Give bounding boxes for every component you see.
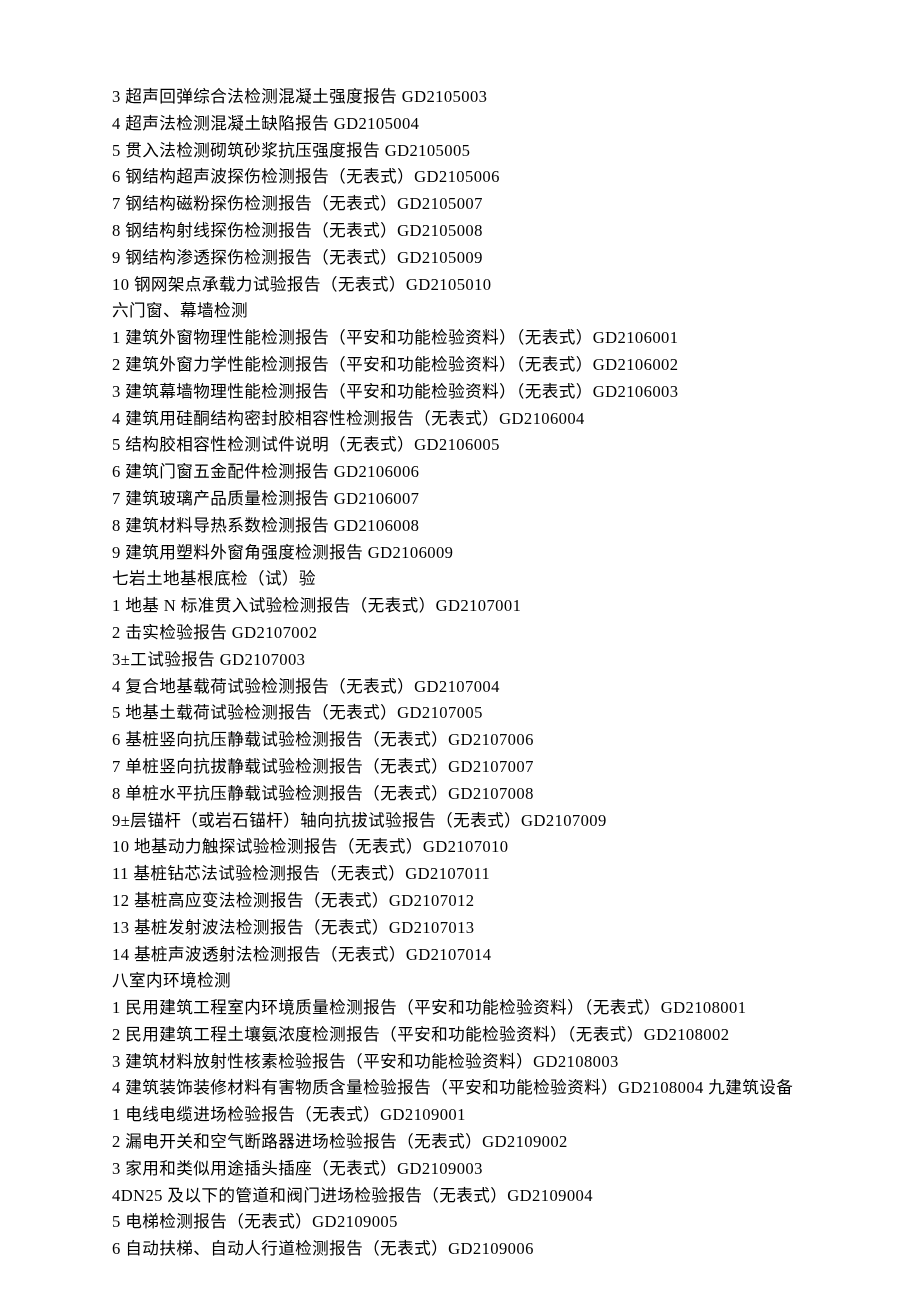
text-line: 12 基桩高应变法检测报告（无表式）GD2107012 [112, 888, 920, 915]
text-line: 10 地基动力触探试验检测报告（无表式）GD2107010 [112, 834, 920, 861]
text-line: 3 建筑材料放射性核素检验报告（平安和功能检验资料）GD2108003 [112, 1049, 920, 1076]
text-line: 7 单桩竖向抗拔静载试验检测报告（无表式）GD2107007 [112, 754, 920, 781]
text-line: 3 超声回弹综合法检测混凝土强度报告 GD2105003 [112, 84, 920, 111]
text-line: 8 建筑材料导热系数检测报告 GD2106008 [112, 513, 920, 540]
text-line: 3 建筑幕墙物理性能检测报告（平安和功能检验资料）（无表式）GD2106003 [112, 379, 920, 406]
text-line: 3 家用和类似用途插头插座（无表式）GD2109003 [112, 1156, 920, 1183]
text-line: 6 钢结构超声波探伤检测报告（无表式）GD2105006 [112, 164, 920, 191]
text-line: 4 复合地基载荷试验检测报告（无表式）GD2107004 [112, 674, 920, 701]
text-line: 七岩土地基根底检（试）验 [112, 566, 920, 593]
text-line: 2 漏电开关和空气断路器进场检验报告（无表式）GD2109002 [112, 1129, 920, 1156]
text-line: 6 建筑门窗五金配件检测报告 GD2106006 [112, 459, 920, 486]
text-line: 八室内环境检测 [112, 968, 920, 995]
text-line: 2 建筑外窗力学性能检测报告（平安和功能检验资料）（无表式）GD2106002 [112, 352, 920, 379]
text-line: 5 电梯检测报告（无表式）GD2109005 [112, 1209, 920, 1236]
text-line: 7 钢结构磁粉探伤检测报告（无表式）GD2105007 [112, 191, 920, 218]
text-line: 2 击实检验报告 GD2107002 [112, 620, 920, 647]
text-line: 5 贯入法检测砌筑砂浆抗压强度报告 GD2105005 [112, 138, 920, 165]
text-line: 1 民用建筑工程室内环境质量检测报告（平安和功能检验资料）（无表式）GD2108… [112, 995, 920, 1022]
text-line: 11 基桩钻芯法试验检测报告（无表式）GD2107011 [112, 861, 920, 888]
text-line: 4 超声法检测混凝土缺陷报告 GD2105004 [112, 111, 920, 138]
text-line: 8 单桩水平抗压静载试验检测报告（无表式）GD2107008 [112, 781, 920, 808]
text-line: 9±层锚杆（或岩石锚杆）轴向抗拔试验报告（无表式）GD2107009 [112, 808, 920, 835]
text-line: 9 建筑用塑料外窗角强度检测报告 GD2106009 [112, 540, 920, 567]
text-line: 4DN25 及以下的管道和阀门进场检验报告（无表式）GD2109004 [112, 1183, 920, 1210]
text-line: 9 钢结构渗透探伤检测报告（无表式）GD2105009 [112, 245, 920, 272]
text-line: 7 建筑玻璃产品质量检测报告 GD2106007 [112, 486, 920, 513]
text-line: 10 钢网架点承载力试验报告（无表式）GD2105010 [112, 272, 920, 299]
text-line: 6 基桩竖向抗压静载试验检测报告（无表式）GD2107006 [112, 727, 920, 754]
text-line: 5 结构胶相容性检测试件说明（无表式）GD2106005 [112, 432, 920, 459]
text-line: 8 钢结构射线探伤检测报告（无表式）GD2105008 [112, 218, 920, 245]
text-line: 4 建筑装饰装修材料有害物质含量检验报告（平安和功能检验资料）GD2108004… [112, 1075, 920, 1102]
text-line: 六门窗、幕墙检测 [112, 298, 920, 325]
text-line: 3±工试验报告 GD2107003 [112, 647, 920, 674]
text-line: 1 电线电缆进场检验报告（无表式）GD2109001 [112, 1102, 920, 1129]
text-line: 4 建筑用硅酮结构密封胶相容性检测报告（无表式）GD2106004 [112, 406, 920, 433]
document-page: 3 超声回弹综合法检测混凝土强度报告 GD21050034 超声法检测混凝土缺陷… [0, 0, 920, 1303]
text-line: 5 地基土载荷试验检测报告（无表式）GD2107005 [112, 700, 920, 727]
text-line: 1 建筑外窗物理性能检测报告（平安和功能检验资料）（无表式）GD2106001 [112, 325, 920, 352]
text-line: 6 自动扶梯、自动人行道检测报告（无表式）GD2109006 [112, 1236, 920, 1263]
text-line: 13 基桩发射波法检测报告（无表式）GD2107013 [112, 915, 920, 942]
text-line: 2 民用建筑工程土壤氨浓度检测报告（平安和功能检验资料）（无表式）GD21080… [112, 1022, 920, 1049]
text-line: 14 基桩声波透射法检测报告（无表式）GD2107014 [112, 942, 920, 969]
text-line: 1 地基 N 标准贯入试验检测报告（无表式）GD2107001 [112, 593, 920, 620]
